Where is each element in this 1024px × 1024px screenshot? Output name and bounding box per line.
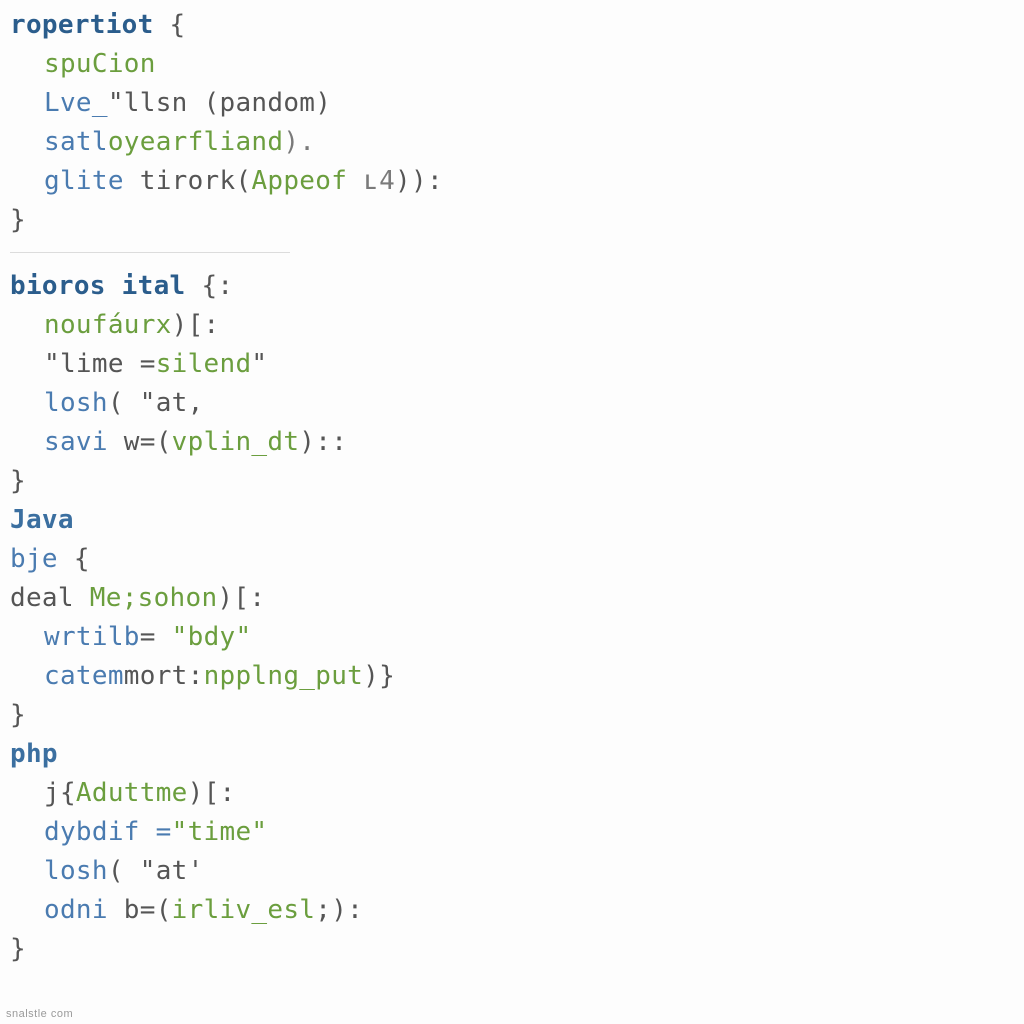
code-line: "lime =silend" <box>10 345 1014 384</box>
block-close: } <box>10 201 1014 240</box>
token: Aduttme <box>76 778 188 808</box>
token: bioros ital <box>10 271 186 301</box>
token: (pandom) <box>204 88 332 118</box>
token: " <box>251 349 267 379</box>
token: irliv_esl <box>172 895 316 925</box>
token: } <box>10 700 26 730</box>
token: "lime = <box>44 349 156 379</box>
token: { <box>58 544 90 574</box>
code-line: j{Aduttme)[: <box>10 774 1014 813</box>
token: ;): <box>315 895 363 925</box>
code-editor: ropertiot { spuCion Lve_"llsn (pandom) s… <box>0 0 1024 969</box>
code-line: Lve_"llsn (pandom) <box>10 84 1014 123</box>
token: b=( <box>124 895 172 925</box>
code-line: losh( "at' <box>10 852 1014 891</box>
token: "bdy" <box>172 622 252 652</box>
token: ):: <box>299 427 347 457</box>
token: "llsn <box>108 88 204 118</box>
token: losh <box>44 388 108 418</box>
token: ). <box>283 127 315 157</box>
token: silend <box>156 349 252 379</box>
token: Me;sohon <box>90 583 218 613</box>
token: ( "at, <box>108 388 204 418</box>
token: } <box>10 466 26 496</box>
token: spuCion <box>44 49 156 79</box>
token: Appeof <box>251 166 347 196</box>
token: npplng_put <box>204 661 364 691</box>
code-line: noufáurx)[: <box>10 306 1014 345</box>
token: { <box>154 10 186 40</box>
token: )[: <box>188 778 236 808</box>
token: php <box>10 739 58 769</box>
code-line: dybdif ="time" <box>10 813 1014 852</box>
token: } <box>10 934 26 964</box>
token: losh <box>44 856 108 886</box>
block-close: } <box>10 696 1014 735</box>
token: dybdif = <box>44 817 172 847</box>
token: bje <box>10 544 58 574</box>
code-line: satloyearfliand). <box>10 123 1014 162</box>
token: noufáurx <box>44 310 172 340</box>
token: w=( <box>124 427 172 457</box>
token: j{ <box>44 778 76 808</box>
token: ʟ4 <box>347 166 395 196</box>
code-line: glite tirork(Appeof ʟ4)): <box>10 162 1014 201</box>
token: vplin_dt <box>172 427 300 457</box>
code-line: catemmort:npplng_put)} <box>10 657 1014 696</box>
token: mort: <box>124 661 204 691</box>
token: = <box>140 622 172 652</box>
token: )[: <box>217 583 265 613</box>
block1-head: ropertiot { <box>10 6 1014 45</box>
token: } <box>10 205 26 235</box>
token: )): <box>395 166 443 196</box>
code-line: bje { <box>10 540 1014 579</box>
token: deal <box>10 583 90 613</box>
block-close: } <box>10 930 1014 969</box>
token: "time" <box>172 817 268 847</box>
token: oyearfliand <box>108 127 284 157</box>
token: satl <box>44 127 108 157</box>
token: wrtilb <box>44 622 140 652</box>
code-line: losh( "at, <box>10 384 1014 423</box>
token: ( <box>235 166 251 196</box>
token: Lve_ <box>44 88 108 118</box>
block-close: } <box>10 462 1014 501</box>
token: catem <box>44 661 124 691</box>
token: savi <box>44 427 124 457</box>
code-line: spuCion <box>10 45 1014 84</box>
token: ( "at' <box>108 856 204 886</box>
token: {: <box>186 271 234 301</box>
code-line: savi w=(vplin_dt):: <box>10 423 1014 462</box>
token: ropertiot <box>10 10 154 40</box>
block2-head: bioros ital {: <box>10 267 1014 306</box>
token: tirork <box>140 166 236 196</box>
token: glite <box>44 166 140 196</box>
code-line: wrtilb= "bdy" <box>10 618 1014 657</box>
token: odni <box>44 895 124 925</box>
token: Java <box>10 505 74 535</box>
token: )} <box>363 661 395 691</box>
code-line: deal Me;sohon)[: <box>10 579 1014 618</box>
block4-head: php <box>10 735 1014 774</box>
token: )[: <box>172 310 220 340</box>
separator <box>10 252 290 253</box>
watermark: snalstle com <box>6 1006 73 1023</box>
block3-head: Java <box>10 501 1014 540</box>
code-line: odni b=(irliv_esl;): <box>10 891 1014 930</box>
